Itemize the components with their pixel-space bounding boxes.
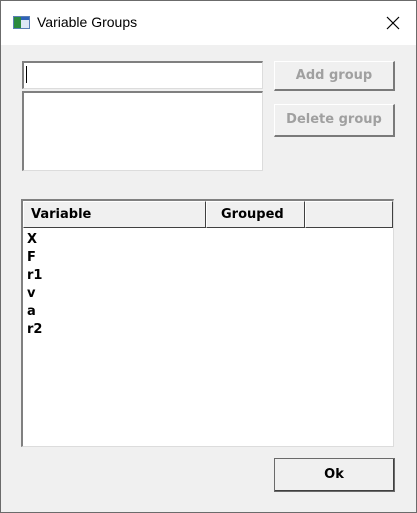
table-row[interactable]: F [27, 249, 42, 267]
variable-list: X F r1 v a r2 [27, 231, 42, 339]
close-icon [386, 16, 400, 30]
group-name-input[interactable] [22, 61, 263, 89]
title-bar: Variable Groups [1, 1, 416, 45]
ok-button[interactable]: Ok [274, 458, 395, 492]
table-row[interactable]: r1 [27, 267, 42, 285]
variable-groups-dialog: Variable Groups Add group Delete group V… [0, 0, 417, 513]
delete-group-button[interactable]: Delete group [274, 104, 395, 137]
column-header-variable[interactable]: Variable [23, 201, 206, 228]
table-row[interactable]: X [27, 231, 42, 249]
window-title: Variable Groups [37, 14, 138, 30]
table-row[interactable]: r2 [27, 321, 42, 339]
variable-table[interactable]: Variable Grouped X F r1 v a r2 [21, 199, 394, 447]
app-icon [13, 16, 30, 29]
table-header: Variable Grouped [23, 201, 393, 228]
group-list[interactable] [22, 91, 263, 171]
add-group-button[interactable]: Add group [274, 61, 395, 91]
column-header-empty[interactable] [305, 201, 393, 228]
table-row[interactable]: a [27, 303, 42, 321]
table-row[interactable]: v [27, 285, 42, 303]
column-header-grouped[interactable]: Grouped [206, 201, 305, 228]
text-caret [26, 66, 27, 83]
close-button[interactable] [370, 1, 416, 45]
